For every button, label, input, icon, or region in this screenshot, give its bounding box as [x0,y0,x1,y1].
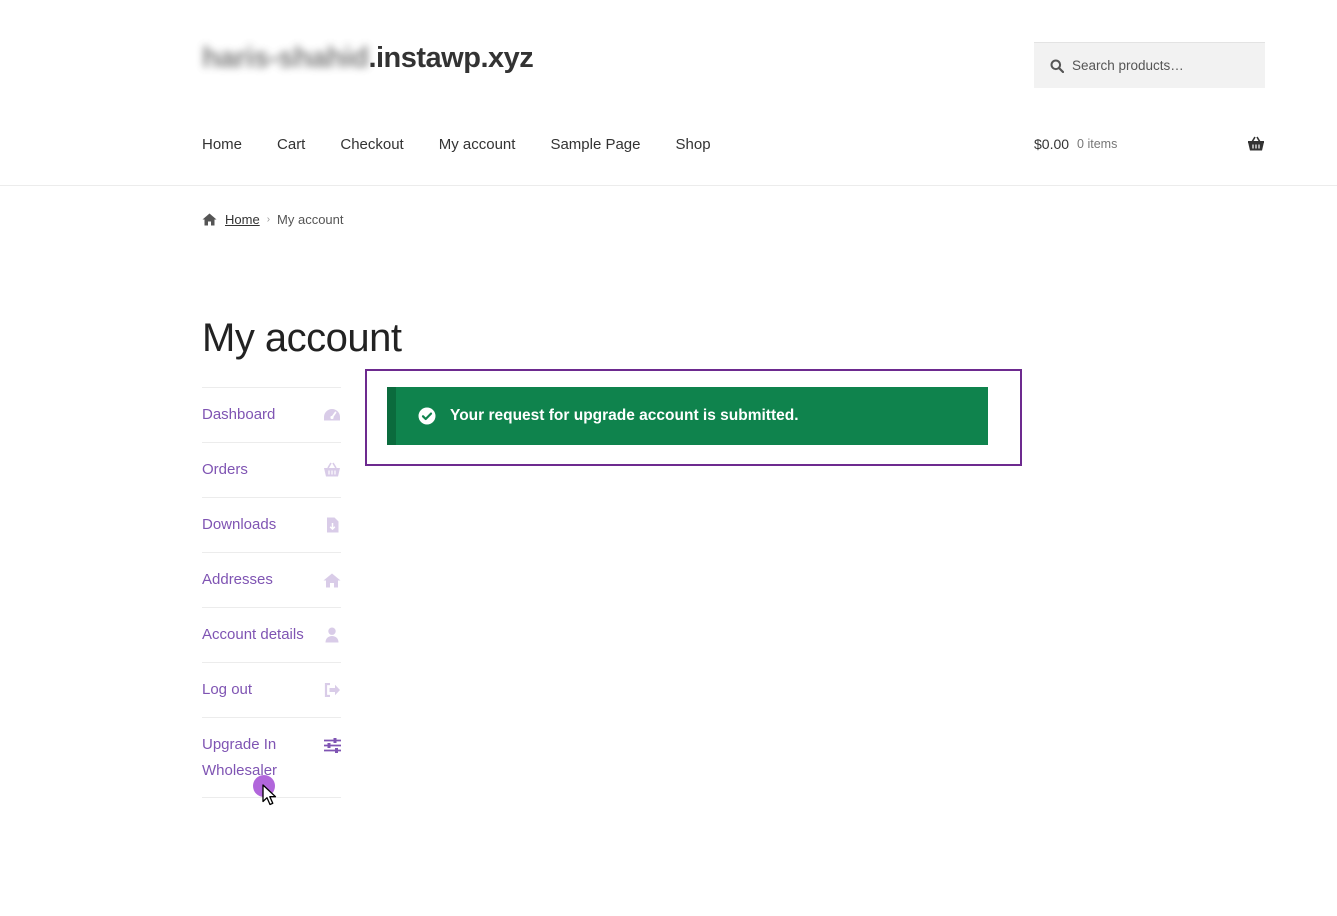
account-nav-downloads[interactable]: Downloads [202,498,341,553]
basket-icon [1247,136,1265,152]
site-title[interactable]: haris-shahid.instawp.xyz [202,42,534,75]
account-nav-label: Orders [202,461,248,478]
breadcrumb-current: My account [277,212,344,227]
search-placeholder: Search products… [1072,58,1184,73]
account-nav-label: Account details [202,626,304,643]
header-cart[interactable]: $0.00 0 items [1034,136,1265,152]
account-nav-label: Dashboard [202,406,276,423]
user-icon [323,627,341,643]
success-notice: Your request for upgrade account is subm… [387,387,988,445]
breadcrumb-home-link[interactable]: Home [225,212,260,227]
account-nav-label: Upgrade In Wholesaler [202,736,278,779]
file-download-icon [323,517,341,533]
dashboard-icon [323,407,341,423]
sliders-icon [323,737,341,753]
nav-item-checkout[interactable]: Checkout [340,136,403,153]
account-nav-log-out[interactable]: Log out [202,663,341,718]
check-circle-icon [418,407,436,425]
home-icon [323,572,341,588]
search-input[interactable]: Search products… [1034,42,1265,88]
primary-nav: Home Cart Checkout My account Sample Pag… [202,136,746,153]
account-nav-orders[interactable]: Orders [202,443,341,498]
breadcrumb: Home › My account [202,212,344,227]
nav-item-cart[interactable]: Cart [277,136,305,153]
basket-icon [323,462,341,478]
page-title: My account [202,316,402,360]
site-title-suffix: .instawp.xyz [368,42,534,74]
account-navigation: Dashboard Orders Downloads Addresses Acc… [202,387,341,798]
mouse-cursor-icon [262,784,278,806]
cart-count: 0 items [1077,137,1118,151]
account-nav-dashboard[interactable]: Dashboard [202,388,341,443]
breadcrumb-separator: › [266,214,271,225]
nav-item-shop[interactable]: Shop [676,136,711,153]
account-nav-account-details[interactable]: Account details [202,608,341,663]
nav-item-my-account[interactable]: My account [439,136,516,153]
account-nav-label: Log out [202,681,253,698]
cart-amount: $0.00 [1034,136,1070,152]
header-divider [0,185,1337,186]
search-icon [1050,59,1064,73]
nav-item-sample-page[interactable]: Sample Page [550,136,640,153]
account-nav-addresses[interactable]: Addresses [202,553,341,608]
account-nav-label: Addresses [202,571,273,588]
sign-out-icon [323,682,341,698]
notice-message: Your request for upgrade account is subm… [450,407,799,424]
site-title-blurred: haris-shahid [202,42,369,74]
home-icon [202,213,217,226]
account-nav-label: Downloads [202,516,277,533]
nav-item-home[interactable]: Home [202,136,242,153]
